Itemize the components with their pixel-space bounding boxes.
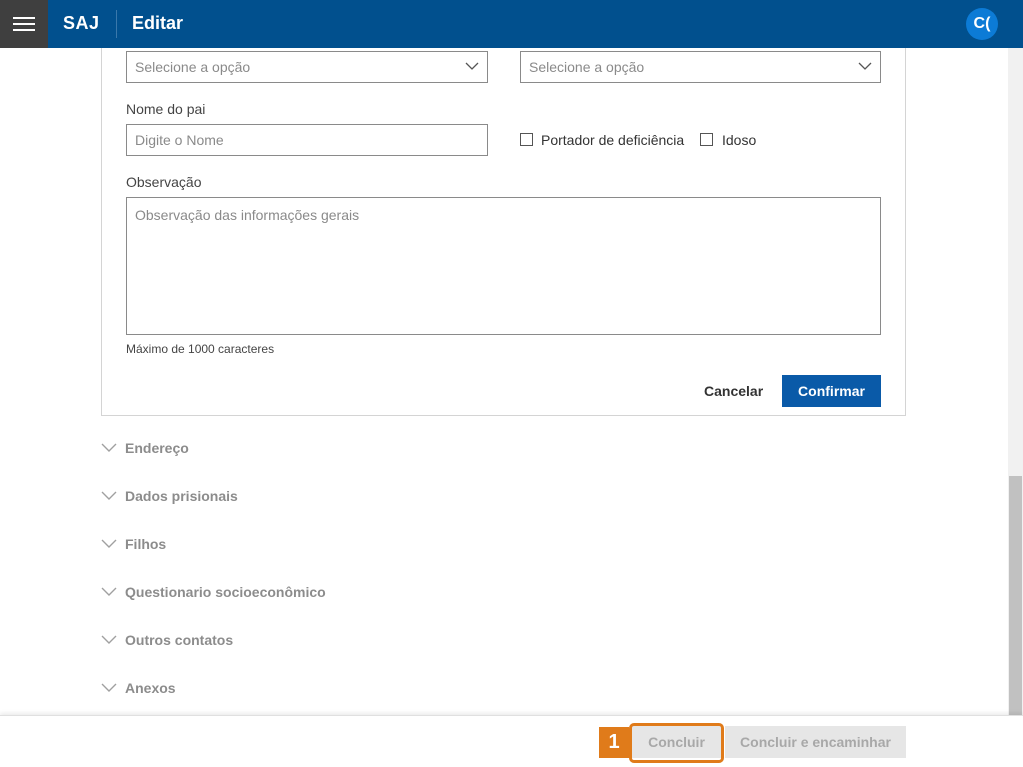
chevron-down-icon [101,539,117,548]
menu-button[interactable] [0,0,48,48]
select-right[interactable]: Selecione a opção [520,51,881,83]
disability-checkbox[interactable] [520,133,533,146]
section-endereco[interactable]: Endereço [101,436,189,460]
scrollbar-thumb[interactable] [1009,476,1022,715]
select-left-placeholder: Selecione a opção [135,59,251,75]
father-name-placeholder: Digite o Nome [135,132,224,148]
section-label: Dados prisionais [125,488,238,504]
observation-label: Observação [126,174,202,190]
user-avatar[interactable]: C( [966,8,998,40]
hamburger-icon [13,17,35,31]
chevron-down-icon [101,443,117,452]
section-label: Anexos [125,680,176,696]
select-left[interactable]: Selecione a opção [126,51,488,83]
section-outros-contatos[interactable]: Outros contatos [101,628,233,652]
cancel-button[interactable]: Cancelar [704,383,763,399]
max-chars-hint: Máximo de 1000 caracteres [126,342,275,356]
section-anexos[interactable]: Anexos [101,676,176,700]
section-dados-prisionais[interactable]: Dados prisionais [101,484,238,508]
chevron-down-icon [101,635,117,644]
elderly-label[interactable]: Idoso [722,132,756,148]
father-name-input[interactable]: Digite o Nome [126,124,488,156]
section-questionario[interactable]: Questionario socioeconômico [101,580,326,604]
brand-logo[interactable]: SAJ [63,13,100,34]
select-right-placeholder: Selecione a opção [529,59,645,75]
section-label: Outros contatos [125,632,234,648]
step-badge: 1 [599,727,629,758]
conclude-forward-button[interactable]: Concluir e encaminhar [725,726,906,758]
section-label: Endereço [125,440,189,456]
chevron-down-icon [101,587,117,596]
father-name-label: Nome do pai [126,101,206,117]
elderly-checkbox[interactable] [700,133,713,146]
page-title: Editar [132,13,184,33]
confirm-button[interactable]: Confirmar [782,375,881,407]
chevron-down-icon [465,62,479,70]
section-label: Filhos [125,536,167,552]
section-label: Questionario socioeconômico [125,584,326,600]
observation-textarea[interactable]: Observação das informações gerais [126,197,881,335]
section-filhos[interactable]: Filhos [101,532,166,556]
chevron-down-icon [858,62,872,70]
top-bar: SAJ Editar C( [0,0,1023,48]
disability-label[interactable]: Portador de deficiência [541,132,684,148]
chevron-down-icon [101,491,117,500]
step-highlight [629,723,724,763]
header-divider [116,10,117,38]
chevron-down-icon [101,683,117,692]
observation-placeholder: Observação das informações gerais [135,207,360,223]
